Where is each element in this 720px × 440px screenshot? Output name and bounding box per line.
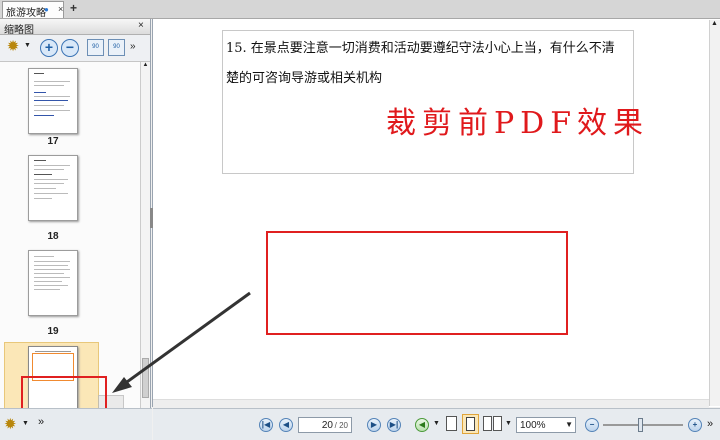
zoom-select[interactable]: 100% ▼ [516, 417, 576, 433]
rotate-left-icon[interactable]: 90 [87, 39, 104, 56]
scroll-up-icon[interactable]: ▲ [141, 62, 150, 70]
more-options-icon[interactable]: » [130, 41, 136, 52]
first-page-icon[interactable]: |◀ [259, 418, 273, 432]
chevron-down-icon: ▼ [565, 420, 573, 429]
thumbnail-page-number: 19 [47, 326, 59, 337]
document-scrollbar[interactable]: ▲ [709, 20, 720, 406]
thumbnail-page-number: 18 [47, 231, 59, 242]
document-text-line: 楚的可咨询导游或相关机构 [226, 71, 383, 86]
panel-title: 缩略图 [4, 25, 34, 36]
more-options-icon[interactable]: » [707, 418, 713, 430]
document-tab[interactable]: 旅游攻略 ● × [2, 1, 64, 19]
horizontal-scrollbar[interactable] [153, 399, 709, 408]
current-page: 20 [321, 420, 333, 431]
zoom-out-icon[interactable]: − [585, 418, 599, 432]
last-page-icon[interactable]: ▶| [387, 418, 401, 432]
more-options-icon[interactable]: » [38, 416, 44, 428]
zoom-slider-thumb[interactable] [638, 418, 643, 432]
continuous-page-icon[interactable] [462, 414, 479, 434]
zoom-out-icon[interactable]: − [61, 39, 79, 57]
chevron-down-icon[interactable]: ▼ [24, 42, 31, 49]
modified-dot-icon: ● [44, 5, 49, 14]
tab-bar: 旅游攻略 ● × + [0, 0, 720, 19]
facing-page-icon[interactable] [483, 416, 492, 431]
thumbnail-page[interactable] [28, 250, 78, 316]
gear-icon[interactable]: ✹ [4, 415, 17, 433]
zoom-slider[interactable] [603, 424, 683, 426]
next-page-icon[interactable]: ▶ [367, 418, 381, 432]
chevron-down-icon[interactable]: ▼ [505, 420, 512, 427]
zoom-in-icon[interactable]: + [40, 39, 58, 57]
document-text-line: 15. 在景点要注意一切消费和活动要遵纪守法小心上当，有什么不清 [226, 41, 615, 56]
thumbnail-page[interactable] [28, 155, 78, 221]
page-number-input[interactable]: 20 / 20 [298, 417, 352, 433]
facing-page-icon[interactable] [493, 416, 502, 431]
annotation-caption: 裁剪前PDF效果 [386, 106, 650, 141]
tab-title: 旅游攻略 [6, 8, 46, 19]
previous-page-icon[interactable]: ◀ [279, 418, 293, 432]
panel-bottom-bar: ✹ ▼ » [0, 408, 152, 440]
crop-rectangle [266, 231, 568, 335]
panel-splitter[interactable] [150, 208, 153, 228]
rotate-right-icon[interactable]: 90 [108, 39, 125, 56]
total-pages: / 20 [334, 421, 348, 430]
close-tab-icon[interactable]: × [58, 4, 63, 14]
single-page-icon[interactable] [446, 416, 457, 431]
zoom-in-icon[interactable]: + [688, 418, 702, 432]
thumbnail-page[interactable] [28, 68, 78, 134]
close-panel-icon[interactable]: × [138, 20, 144, 31]
gear-icon[interactable]: ✹ [4, 39, 22, 57]
panel-header: 缩略图 × [0, 19, 150, 36]
thumbnail-toolbar: ✹ ▼ + − 90 90 » [0, 35, 150, 62]
back-icon[interactable]: ◀ [415, 418, 429, 432]
chevron-down-icon[interactable]: ▼ [433, 420, 440, 427]
chevron-down-icon[interactable]: ▼ [22, 420, 29, 427]
thumbnail-page-number: 17 [47, 136, 59, 147]
arrow-annotation [112, 291, 251, 393]
scroll-up-icon[interactable]: ▲ [711, 20, 718, 27]
bottom-toolbar: |◀ ◀ 20 / 20 ▶ ▶| ◀ ▼ ▼ 100% ▼ − + » [153, 408, 720, 440]
new-tab-button[interactable]: + [68, 2, 79, 14]
zoom-value: 100% [520, 420, 546, 431]
